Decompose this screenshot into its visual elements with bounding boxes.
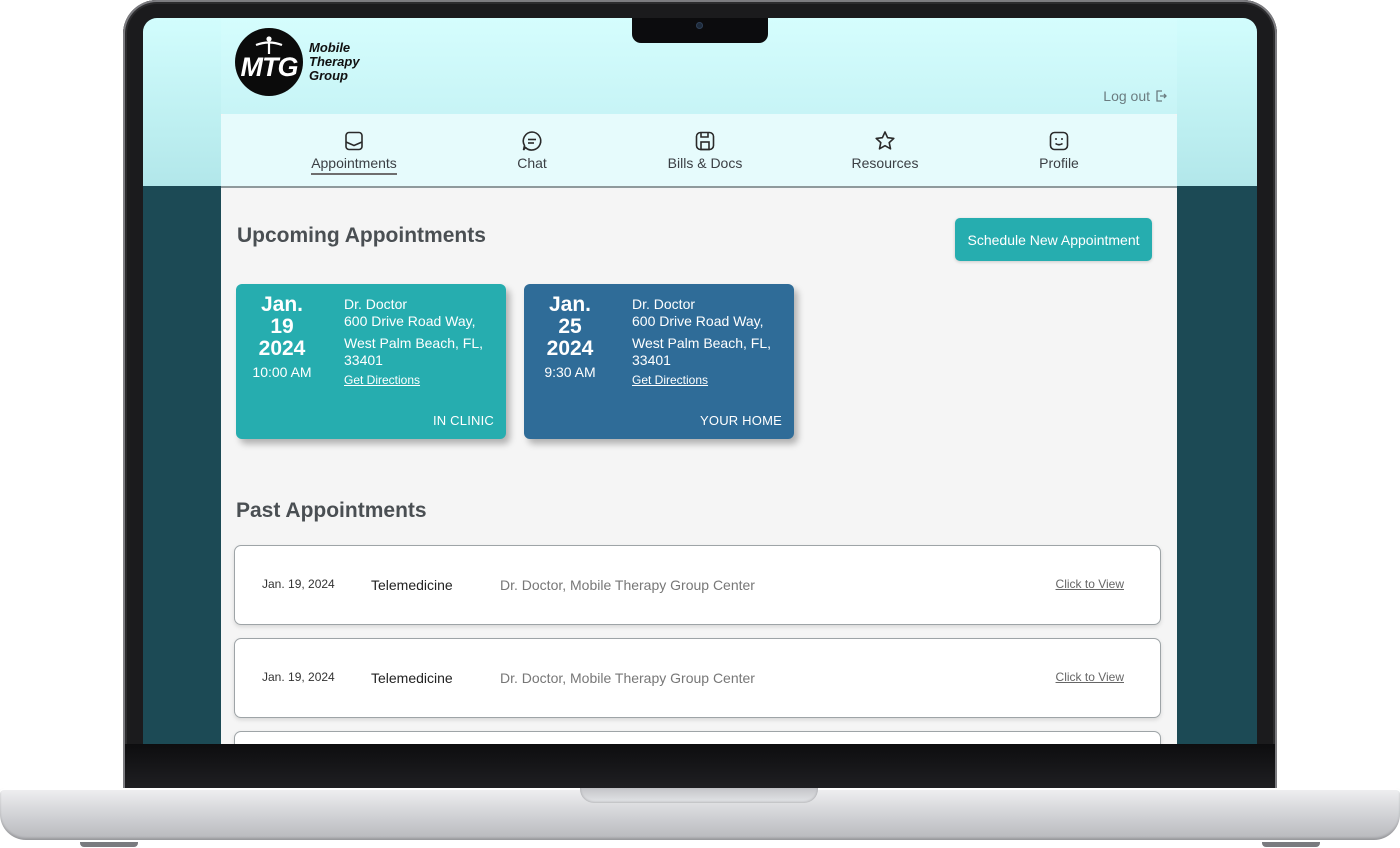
appointment-date: Jan. 19 2024 10:00 AM (236, 293, 328, 381)
past-appointment-provider: Dr. Doctor, Mobile Therapy Group Center (500, 577, 755, 593)
screen-bottom-bezel (125, 744, 1275, 788)
main-nav: Appointments Chat Bills & Docs Resources… (221, 114, 1177, 188)
address-line1: 600 Drive Road Way, (344, 313, 476, 329)
appointment-day: 19 (270, 315, 294, 338)
get-directions-link[interactable]: Get Directions (632, 372, 792, 389)
nav-item-appointments[interactable]: Appointments (310, 130, 398, 175)
laptop-foot (80, 842, 138, 847)
brand-logo[interactable]: MTG Mobile Therapy Group (235, 28, 360, 96)
click-to-view-link[interactable]: Click to View (1056, 670, 1124, 684)
appointment-month: Jan. (548, 293, 592, 316)
doctor-name: Dr. Doctor (344, 296, 408, 312)
logo-word: Group (309, 68, 348, 83)
address-line2: West Palm Beach, FL, 33401 (632, 335, 772, 368)
logo-word: Therapy (309, 54, 360, 69)
laptop-foot (1262, 842, 1320, 847)
logo-letters: MTG (240, 51, 299, 82)
save-icon (695, 131, 715, 151)
past-appointment-row[interactable]: Jan. 19, 2024 Telemedicine Dr. Doctor, M… (234, 545, 1161, 625)
past-appointment-type: Telemedicine (371, 577, 453, 593)
appointment-card[interactable]: Jan. 19 2024 10:00 AM Dr. Doctor 600 Dri… (236, 284, 506, 439)
schedule-new-appointment-button[interactable]: Schedule New Appointment (955, 218, 1152, 261)
past-appointment-provider: Dr. Doctor, Mobile Therapy Group Center (500, 670, 755, 686)
appointment-time: 9:30 AM (544, 364, 596, 380)
doctor-name: Dr. Doctor (632, 296, 696, 312)
appointment-card[interactable]: Jan. 25 2024 9:30 AM Dr. Doctor 600 Driv… (524, 284, 794, 439)
appointment-info: Dr. Doctor 600 Drive Road Way, West Palm… (344, 296, 504, 389)
chat-bubble-icon (522, 131, 542, 151)
nav-label: Appointments (311, 155, 397, 175)
app-window: MTG Mobile Therapy Group Log out Appoint… (221, 18, 1177, 744)
location-type-label: IN CLINIC (432, 413, 494, 428)
logout-label: Log out (1103, 88, 1150, 104)
logo-wordmark: Mobile Therapy Group (309, 41, 360, 83)
click-to-view-link[interactable]: Click to View (1056, 577, 1124, 591)
past-appointment-row-partial[interactable] (234, 731, 1161, 744)
address-line1: 600 Drive Road Way, (632, 313, 764, 329)
appointment-year: 2024 (546, 337, 594, 360)
logout-icon (1156, 90, 1167, 102)
appointment-month: Jan. (260, 293, 304, 316)
laptop-base (0, 788, 1400, 840)
past-appointment-row[interactable]: Jan. 19, 2024 Telemedicine Dr. Doctor, M… (234, 638, 1161, 718)
appointment-info: Dr. Doctor 600 Drive Road Way, West Palm… (632, 296, 792, 389)
laptop-screen: MTG Mobile Therapy Group Log out Appoint… (143, 18, 1257, 744)
nav-label: Bills & Docs (667, 155, 743, 171)
nav-item-profile[interactable]: Profile (1035, 130, 1083, 171)
logo-badge: MTG (235, 28, 303, 96)
appointment-date: Jan. 25 2024 9:30 AM (524, 293, 616, 381)
nav-item-bills-docs[interactable]: Bills & Docs (663, 130, 747, 171)
smiley-face-icon (1049, 131, 1069, 151)
get-directions-link[interactable]: Get Directions (344, 372, 504, 389)
bookmark-icon (345, 131, 363, 151)
appointment-day: 25 (558, 315, 582, 338)
past-appointments-heading: Past Appointments (236, 499, 427, 522)
logo-word: Mobile (309, 40, 351, 55)
person-figure-icon (255, 36, 283, 54)
past-appointment-date: Jan. 19, 2024 (262, 577, 335, 591)
nav-label: Chat (517, 155, 547, 171)
nav-label: Profile (1039, 155, 1079, 171)
past-appointment-type: Telemedicine (371, 670, 453, 686)
star-icon (875, 131, 895, 150)
camera-notch (632, 18, 768, 43)
appointment-year: 2024 (258, 337, 306, 360)
webcam-icon (696, 22, 703, 29)
address-line2: West Palm Beach, FL, 33401 (344, 335, 484, 368)
nav-item-resources[interactable]: Resources (848, 130, 922, 171)
past-appointment-date: Jan. 19, 2024 (262, 670, 335, 684)
location-type-label: YOUR HOME (700, 413, 782, 428)
logout-link[interactable]: Log out (1103, 88, 1167, 104)
upcoming-appointments-heading: Upcoming Appointments (237, 224, 486, 247)
nav-label: Resources (851, 155, 919, 171)
nav-item-chat[interactable]: Chat (507, 130, 557, 171)
lid-opening-notch (580, 788, 818, 803)
appointment-time: 10:00 AM (252, 364, 312, 380)
